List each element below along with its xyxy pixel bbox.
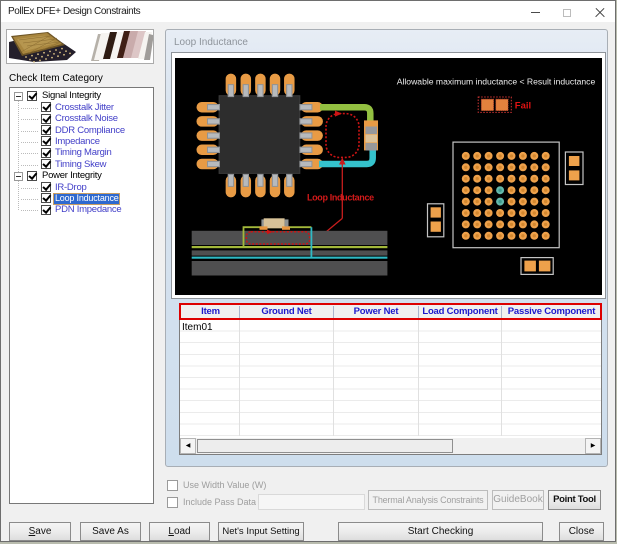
svg-text:Loop Inductance: Loop Inductance [307, 193, 374, 203]
svg-text:Fail: Fail [515, 101, 531, 112]
svg-text:Allowable maximum inductance <: Allowable maximum inductance < Result in… [397, 77, 596, 87]
